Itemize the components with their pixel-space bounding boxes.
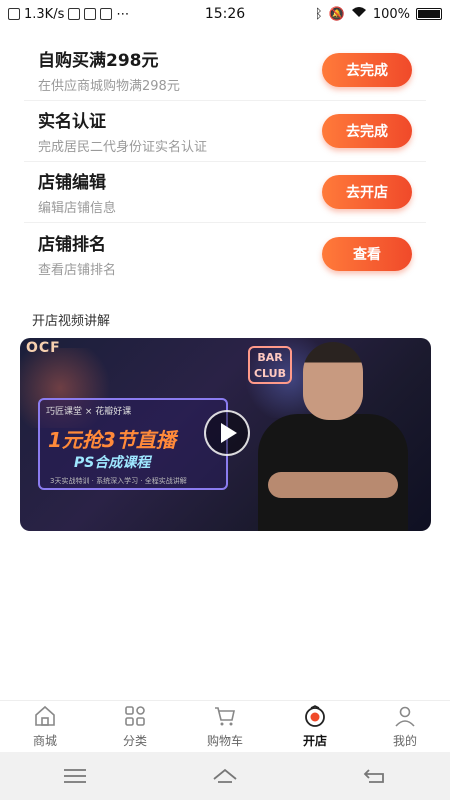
tab-label: 分类 bbox=[122, 734, 147, 748]
promo-tagline: 3天实战特训 · 系统深入学习 · 全程实战讲解 bbox=[50, 477, 187, 485]
tab-label: 开店 bbox=[302, 734, 327, 748]
tab-label: 商城 bbox=[32, 734, 57, 748]
message-icon bbox=[84, 8, 97, 20]
video-thumbnail[interactable]: OCF BAR CLUB 巧匠课堂 × 花瓣好课 1元抢3节直播 PS合成课程 … bbox=[20, 338, 431, 531]
close-box-icon bbox=[8, 8, 20, 20]
complete-verification-button[interactable]: 去完成 bbox=[322, 114, 412, 148]
more-icon: ⋯ bbox=[116, 6, 130, 22]
menu-icon[interactable] bbox=[61, 765, 89, 787]
view-rank-button[interactable]: 查看 bbox=[322, 236, 412, 271]
shop-icon bbox=[305, 705, 325, 727]
tab-mall[interactable]: 商城 bbox=[0, 701, 90, 752]
status-right: ᛒ 🔕 100% bbox=[282, 6, 442, 22]
mail-icon bbox=[68, 8, 81, 20]
clock: 15:26 bbox=[204, 6, 246, 22]
system-nav-bar bbox=[0, 752, 450, 800]
task-subtitle: 查看店铺排名 bbox=[38, 262, 117, 278]
status-left: 1.3K/s ⋯ bbox=[8, 7, 168, 22]
task-row-purchase: 自购买满298元 在供应商城购物满298元 去完成 bbox=[24, 40, 426, 101]
task-title: 店铺编辑 bbox=[38, 173, 106, 193]
promo-brand: 巧匠课堂 × 花瓣好课 bbox=[46, 407, 132, 417]
home-icon bbox=[35, 705, 55, 726]
complete-purchase-button[interactable]: 去完成 bbox=[322, 53, 412, 87]
presenter-image bbox=[258, 342, 408, 531]
neon-sign-left: OCF bbox=[26, 340, 61, 356]
network-speed: 1.3K/s bbox=[24, 6, 65, 22]
tab-open-shop[interactable]: 开店 bbox=[270, 701, 360, 752]
task-title: 自购买满298元 bbox=[38, 51, 159, 71]
promo-headline: 1元抢3节直播 bbox=[48, 428, 176, 452]
task-title: 实名认证 bbox=[38, 112, 106, 132]
task-list: 自购买满298元 在供应商城购物满298元 去完成 实名认证 完成居民二代身份证… bbox=[24, 40, 426, 284]
tab-label: 购物车 bbox=[206, 734, 243, 748]
grid-icon bbox=[125, 706, 145, 726]
task-title: 店铺排名 bbox=[38, 234, 106, 255]
tab-category[interactable]: 分类 bbox=[90, 701, 180, 752]
cart-icon bbox=[215, 707, 235, 726]
wifi-icon bbox=[351, 6, 367, 22]
open-shop-button[interactable]: 去开店 bbox=[322, 175, 412, 209]
bottom-tab-bar: 商城 分类 购物车 开店 我的 bbox=[0, 700, 450, 752]
mute-icon: 🔕 bbox=[328, 6, 345, 22]
play-icon[interactable] bbox=[204, 410, 250, 456]
promo-banner: 巧匠课堂 × 花瓣好课 1元抢3节直播 PS合成课程 3天实战特训 · 系统深入… bbox=[38, 398, 228, 490]
tab-label: 我的 bbox=[392, 734, 417, 748]
user-icon bbox=[395, 706, 415, 727]
task-subtitle: 编辑店铺信息 bbox=[38, 201, 117, 216]
battery-percent: 100% bbox=[372, 6, 410, 22]
video-section-title: 开店视频讲解 bbox=[32, 314, 111, 329]
status-bar: 1.3K/s ⋯ 15:26 ᛒ 🔕 100% bbox=[0, 0, 450, 28]
task-subtitle: 在供应商城购物满298元 bbox=[38, 79, 180, 94]
task-row-shop-edit: 店铺编辑 编辑店铺信息 去开店 bbox=[24, 162, 426, 223]
tab-cart[interactable]: 购物车 bbox=[180, 701, 270, 752]
check-icon bbox=[100, 8, 113, 20]
tab-mine[interactable]: 我的 bbox=[360, 701, 450, 752]
promo-course: PS合成课程 bbox=[74, 455, 151, 471]
home-nav-icon[interactable] bbox=[211, 765, 239, 787]
task-row-verification: 实名认证 完成居民二代身份证实名认证 去完成 bbox=[24, 101, 426, 162]
bluetooth-icon: ᛒ bbox=[314, 6, 323, 22]
battery-icon bbox=[416, 8, 442, 20]
task-row-shop-rank: 店铺排名 查看店铺排名 查看 bbox=[24, 223, 426, 284]
back-icon[interactable] bbox=[361, 765, 389, 787]
task-subtitle: 完成居民二代身份证实名认证 bbox=[38, 140, 208, 155]
